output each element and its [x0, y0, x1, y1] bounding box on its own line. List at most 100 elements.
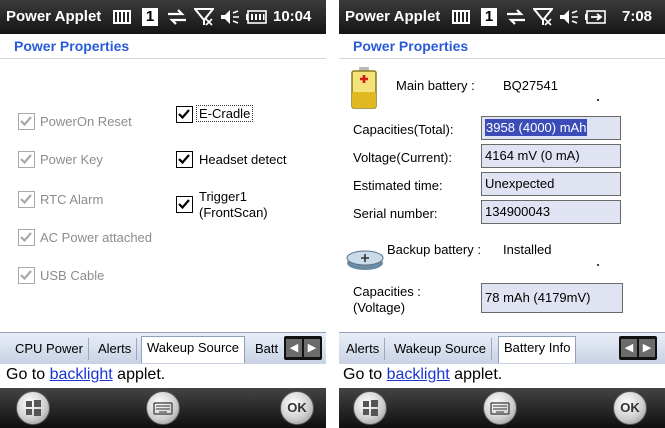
main-battery-icon — [351, 67, 377, 109]
rtc-alarm-checkbox[interactable] — [18, 191, 35, 208]
e-cradle-label: E-Cradle — [195, 105, 254, 122]
data-sync-icon[interactable] — [505, 8, 527, 26]
tab-wakeup-source[interactable]: Wakeup Source — [389, 338, 493, 360]
check-icon — [20, 154, 32, 165]
ok-button-label: OK — [620, 400, 640, 415]
keyboard-icon — [490, 402, 510, 415]
tab-alerts[interactable]: Alerts — [93, 338, 138, 360]
keyboard-icon — [153, 402, 173, 415]
backup-battery-value: Installed — [503, 242, 552, 257]
tab-battery-partial[interactable]: Batt — [250, 338, 283, 360]
footer: Go to backlight applet. — [339, 364, 665, 388]
right-screen: Power Applet 1 7:08 Power Properties Mai… — [339, 0, 665, 428]
start-button[interactable] — [353, 391, 387, 425]
power-key-checkbox[interactable] — [18, 151, 35, 168]
power-key-label: Power Key — [40, 152, 103, 167]
e-cradle-checkbox[interactable] — [176, 106, 193, 123]
trigger1-label-line2: (FrontScan) — [199, 205, 268, 220]
estimated-time-label: Estimated time: — [353, 178, 443, 193]
title-divider — [339, 58, 665, 59]
ac-power-checkbox[interactable] — [18, 229, 35, 246]
footer-suffix: applet. — [112, 366, 166, 383]
page-title: Power Properties — [353, 38, 469, 54]
headset-detect-label: Headset detect — [199, 152, 287, 167]
main-battery-label: Main battery : — [396, 78, 475, 93]
notification-icon[interactable] — [451, 8, 471, 26]
serial-number-field[interactable]: 134900043 — [481, 200, 621, 224]
tab-scroll-left-button[interactable]: ◀ — [621, 339, 637, 357]
page-title: Power Properties — [14, 38, 130, 54]
footer: Go to backlight applet. — [0, 364, 326, 388]
backup-capacities-label-line2: (Voltage) — [353, 300, 406, 315]
ok-button-label: OK — [287, 400, 307, 415]
battery-icon[interactable] — [246, 8, 268, 26]
clock[interactable]: 7:08 — [622, 8, 652, 25]
trigger1-checkbox[interactable] — [176, 196, 193, 213]
backlight-link[interactable]: backlight — [50, 366, 113, 383]
backlight-link[interactable]: backlight — [387, 366, 450, 383]
usb-cable-checkbox[interactable] — [18, 267, 35, 284]
charging-battery-icon[interactable] — [585, 8, 607, 26]
notification-badge[interactable]: 1 — [481, 8, 497, 26]
estimated-time-field[interactable]: Unexpected — [481, 172, 621, 196]
capacities-total-value: 3958 (4000) mAh — [485, 119, 588, 136]
dot-marker — [597, 99, 599, 101]
ok-button[interactable]: OK — [613, 391, 647, 425]
check-icon — [178, 109, 190, 120]
tab-scroll-right-button[interactable]: ▶ — [304, 339, 320, 357]
tab-battery-info[interactable]: Battery Info — [498, 336, 577, 363]
main-battery-value: BQ27541 — [503, 78, 558, 93]
start-button[interactable] — [16, 391, 50, 425]
no-signal-icon[interactable] — [533, 8, 553, 26]
app-title[interactable]: Power Applet — [6, 8, 101, 25]
clock[interactable]: 10:04 — [273, 8, 311, 25]
voltage-current-label: Voltage(Current): — [353, 150, 452, 165]
tab-scroller: ◀ ▶ — [284, 336, 322, 360]
serial-number-label: Serial number: — [353, 206, 438, 221]
keyboard-button[interactable] — [483, 391, 517, 425]
check-icon — [20, 194, 32, 205]
left-screen: Power Applet 1 10:04 Power Properties Po… — [0, 0, 326, 428]
notification-icon[interactable] — [112, 8, 132, 26]
windows-logo-icon — [26, 400, 41, 416]
footer-prefix: Go to — [6, 366, 50, 383]
poweron-reset-label: PowerOn Reset — [40, 114, 132, 129]
poweron-reset-checkbox[interactable] — [18, 113, 35, 130]
soft-key-bar: OK — [0, 388, 326, 428]
backup-capacities-label-line1: Capacities : — [353, 284, 421, 299]
no-signal-icon[interactable] — [194, 8, 214, 26]
tab-scroll-left-button[interactable]: ◀ — [286, 339, 302, 357]
tab-cpu-power[interactable]: CPU Power — [10, 338, 89, 360]
footer-suffix: applet. — [449, 366, 503, 383]
notification-badge[interactable]: 1 — [142, 8, 158, 26]
usb-cable-label: USB Cable — [40, 268, 105, 283]
backup-battery-label: Backup battery : — [387, 242, 481, 257]
status-bar: Power Applet 1 10:04 — [0, 0, 326, 34]
keyboard-button[interactable] — [146, 391, 180, 425]
capacities-total-label: Capacities(Total): — [353, 122, 454, 137]
tab-bar: CPU Power Alerts Wakeup Source Batt ◀ ▶ — [0, 332, 326, 364]
ok-button[interactable]: OK — [280, 391, 314, 425]
tab-scroller: ◀ ▶ — [619, 336, 657, 360]
speaker-icon[interactable] — [559, 8, 579, 26]
tab-bar: Alerts Wakeup Source Battery Info ◀ ▶ — [339, 332, 665, 364]
voltage-current-field[interactable]: 4164 mV (0 mA) — [481, 144, 621, 168]
soft-key-bar: OK — [339, 388, 665, 428]
speaker-icon[interactable] — [220, 8, 240, 26]
capacities-total-field[interactable]: 3958 (4000) mAh — [481, 116, 621, 140]
trigger1-label-line1: Trigger1 — [199, 189, 247, 204]
ac-power-label: AC Power attached — [40, 230, 153, 245]
headset-detect-checkbox[interactable] — [176, 151, 193, 168]
rtc-alarm-label: RTC Alarm — [40, 192, 104, 207]
data-sync-icon[interactable] — [166, 8, 188, 26]
check-icon — [20, 232, 32, 243]
status-bar: Power Applet 1 7:08 — [339, 0, 665, 34]
tab-wakeup-source[interactable]: Wakeup Source — [141, 336, 246, 363]
backup-capacities-field[interactable]: 78 mAh (4179mV) — [481, 283, 623, 313]
app-title[interactable]: Power Applet — [345, 8, 440, 25]
windows-logo-icon — [363, 400, 378, 416]
dot-marker — [597, 264, 599, 266]
check-icon — [20, 270, 32, 281]
tab-scroll-right-button[interactable]: ▶ — [639, 339, 655, 357]
tab-alerts[interactable]: Alerts — [341, 338, 386, 360]
